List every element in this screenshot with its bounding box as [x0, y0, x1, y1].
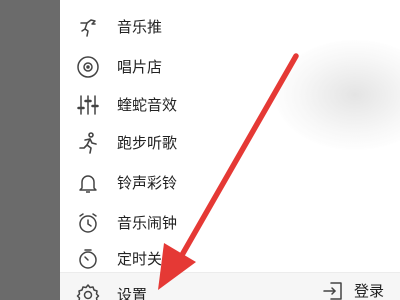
login-label: 登录 [354, 282, 385, 300]
running-icon [76, 131, 100, 155]
menu-item-running-music[interactable]: 跑步听歌 [60, 126, 260, 160]
alarm-clock-icon [76, 211, 100, 235]
bell-icon [76, 171, 100, 195]
menu-item-record-store[interactable]: 唱片店 [60, 50, 260, 84]
login-icon [322, 281, 344, 300]
menu-item-alarm[interactable]: 音乐闹钟 [60, 206, 260, 240]
menu-item-label: 设置 [117, 286, 148, 300]
menu-item-label: 定时关 [117, 250, 163, 268]
menu-item-settings[interactable]: 设置 [60, 278, 260, 300]
menu-item-viper-sound[interactable]: 蝰蛇音效 [60, 88, 260, 122]
dimmed-overlay[interactable] [0, 0, 60, 300]
menu-item-label: 蝰蛇音效 [117, 96, 178, 114]
menu-item-label: 音乐推 [117, 18, 163, 36]
vinyl-disc-icon [76, 55, 100, 79]
menu-item-label: 铃声彩铃 [117, 174, 178, 192]
timer-icon [76, 247, 100, 271]
menu-item-music-push[interactable]: 音乐推 [60, 10, 260, 44]
hand-point-icon [76, 15, 100, 39]
equalizer-icon [76, 93, 100, 117]
gear-icon [76, 283, 100, 300]
menu-item-label: 唱片店 [117, 58, 163, 76]
menu-item-ringtone[interactable]: 铃声彩铃 [60, 166, 260, 200]
menu-item-label: 音乐闹钟 [117, 214, 178, 232]
menu-item-timer-off[interactable]: 定时关 [60, 242, 260, 276]
menu-item-label: 跑步听歌 [117, 134, 178, 152]
blurred-background [275, 40, 400, 150]
app-screen: 音乐推 唱片店 蝰蛇音效 跑步听歌 铃声彩铃 音乐闹钟 定时关 设置 登录 [0, 0, 400, 300]
